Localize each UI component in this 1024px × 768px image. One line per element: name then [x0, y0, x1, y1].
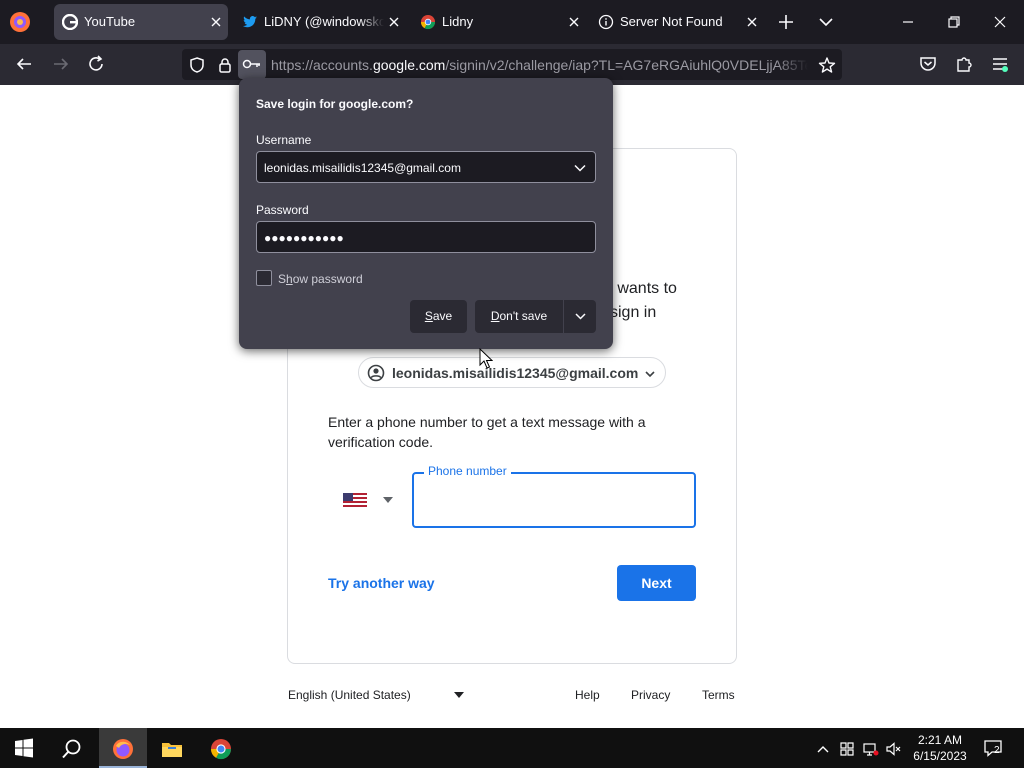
tab-title: Server Not Found: [620, 14, 723, 29]
list-all-tabs-chevron-icon[interactable]: [816, 12, 836, 32]
us-flag-icon: [343, 493, 367, 507]
account-circle-icon: [367, 364, 385, 382]
back-arrow-icon[interactable]: [14, 54, 34, 74]
phone-number-field[interactable]: [412, 472, 696, 528]
instructions-text: Enter a phone number to get a text messa…: [328, 414, 646, 450]
tab-youtube[interactable]: YouTube: [54, 4, 228, 40]
twitter-favicon-icon: [243, 16, 257, 28]
close-icon[interactable]: [566, 14, 582, 30]
show-password-label[interactable]: Show password: [278, 271, 363, 287]
save-text: ave: [432, 309, 453, 323]
close-icon[interactable]: [744, 14, 760, 30]
url-text: https://accounts.google.com/signin/v2/ch…: [271, 56, 808, 74]
close-icon[interactable]: [386, 14, 402, 30]
country-selector[interactable]: [340, 490, 396, 510]
username-value: leonidas.misailidis12345@gmail.com: [264, 161, 461, 175]
username-label: Username: [256, 133, 312, 147]
phone-number-input[interactable]: [428, 488, 678, 512]
tracking-protection-shield-icon[interactable]: [188, 56, 206, 74]
show-password-checkbox[interactable]: [256, 270, 272, 286]
save-accel: S: [424, 309, 433, 323]
show-hidden-icons-chevron-icon[interactable]: [815, 741, 831, 757]
show-password-text-a: S: [278, 272, 287, 286]
dont-save-button[interactable]: Don't save: [475, 300, 563, 333]
new-tab-plus-icon[interactable]: [776, 12, 796, 32]
chrome-taskbar-icon[interactable]: [210, 738, 232, 760]
network-settings-icon[interactable]: [839, 741, 855, 757]
minimize-icon[interactable]: [898, 12, 918, 32]
tab-title: Lidny: [442, 14, 474, 29]
caret-down-icon: [383, 497, 393, 503]
privacy-link[interactable]: Privacy: [631, 687, 670, 703]
forward-arrow-icon[interactable]: [51, 54, 71, 74]
language-selector[interactable]: English (United States): [288, 687, 468, 703]
heading-fragment-1: e wants to: [604, 280, 677, 297]
close-icon[interactable]: [208, 14, 224, 30]
help-link[interactable]: Help: [575, 687, 600, 703]
firefox-taskbar-icon[interactable]: [112, 738, 134, 760]
restore-icon[interactable]: [944, 12, 964, 32]
password-field[interactable]: ●●●●●●●●●●●: [256, 221, 596, 253]
tab-server-not-found[interactable]: Server Not Found: [590, 4, 764, 40]
try-another-way-link[interactable]: Try another way: [328, 574, 435, 592]
close-window-icon[interactable]: [990, 12, 1010, 32]
password-label: Password: [256, 203, 309, 217]
windows-start-icon[interactable]: [14, 738, 34, 758]
tab-title: LiDNY (@windowskotek) / Twitter: [264, 14, 384, 29]
mouse-cursor-icon: [479, 348, 493, 369]
username-field[interactable]: leonidas.misailidis12345@gmail.com: [256, 151, 596, 183]
next-button[interactable]: Next: [617, 565, 696, 601]
heading-fragment-2: sign in: [610, 304, 657, 321]
chevron-down-icon[interactable]: [573, 161, 587, 175]
terms-link[interactable]: Terms: [702, 687, 735, 703]
chevron-down-icon: [645, 371, 655, 378]
network-icon[interactable]: [863, 741, 879, 757]
pocket-icon[interactable]: [918, 54, 938, 74]
show-password-accel: h: [286, 272, 293, 286]
dont-save-text: on't save: [499, 309, 548, 323]
popup-title: Save login for google.com?: [256, 97, 414, 111]
hamburger-menu-icon[interactable]: [990, 54, 1010, 74]
extensions-puzzle-icon[interactable]: [954, 54, 974, 74]
language-label: English (United States): [288, 688, 411, 702]
windows-taskbar: 2:21 AM 6/15/2023 2: [0, 728, 1024, 768]
clock-date: 6/15/2023: [913, 749, 967, 763]
url-bar[interactable]: https://accounts.google.com/signin/v2/ch…: [182, 49, 842, 80]
chevron-down-icon: [575, 313, 586, 320]
key-icon: [242, 59, 260, 69]
save-login-popup: Save login for google.com? Username leon…: [239, 78, 613, 349]
tab-twitter[interactable]: LiDNY (@windowskotek) / Twitter: [234, 4, 406, 40]
url-prefix: https://accounts.: [271, 57, 373, 73]
reload-icon[interactable]: [86, 54, 106, 74]
password-value: ●●●●●●●●●●●: [264, 231, 344, 245]
tab-strip: YouTube LiDNY (@windowskotek) / Twitter: [0, 0, 1024, 44]
padlock-icon[interactable]: [216, 56, 234, 74]
notification-count: 2: [994, 745, 1000, 756]
phone-number-label: Phone number: [424, 463, 511, 479]
tab-title: YouTube: [84, 14, 136, 29]
clock-time: 2:21 AM: [917, 733, 963, 747]
show-password-text-b: ow password: [292, 272, 363, 286]
password-key-button[interactable]: [238, 50, 266, 79]
tab-lidny[interactable]: Lidny: [412, 4, 586, 40]
speaker-muted-icon[interactable]: [886, 741, 902, 757]
file-explorer-icon[interactable]: [161, 738, 183, 760]
caret-down-icon: [454, 692, 464, 698]
chrome-favicon-icon: [420, 15, 436, 30]
account-chip[interactable]: leonidas.misailidis12345@gmail.com: [358, 357, 666, 388]
google-favicon-icon: [62, 14, 78, 30]
url-path: /signin/v2/challenge/iap?TL=AG7eRGAiuhlQ…: [445, 57, 808, 73]
dont-save-accel: D: [490, 309, 500, 323]
firefox-view-icon[interactable]: [8, 10, 32, 34]
bookmark-star-icon[interactable]: [818, 56, 836, 74]
url-host: google.com: [372, 57, 446, 73]
info-icon: [598, 14, 614, 30]
system-clock[interactable]: 2:21 AM 6/15/2023: [906, 732, 974, 764]
save-options-dropdown[interactable]: [563, 300, 596, 333]
account-email: leonidas.misailidis12345@gmail.com: [392, 365, 639, 381]
save-button[interactable]: Save: [410, 300, 467, 333]
search-icon[interactable]: [61, 738, 83, 760]
